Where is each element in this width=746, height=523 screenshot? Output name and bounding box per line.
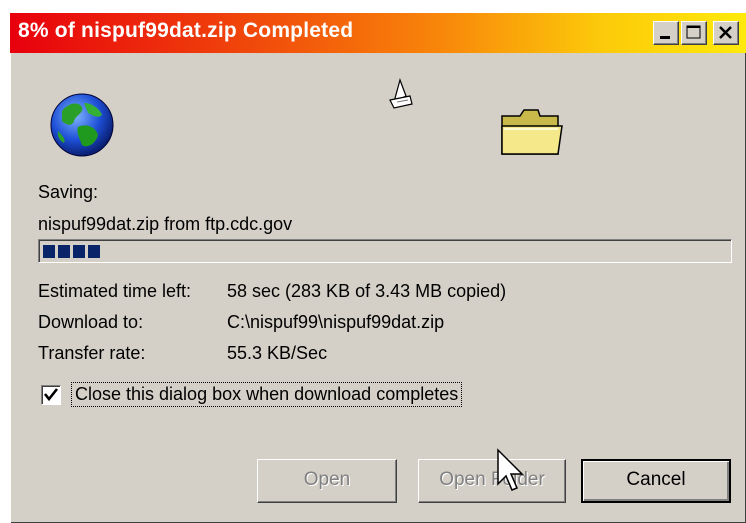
globe-icon (50, 93, 114, 157)
close-on-complete-checkbox[interactable] (41, 385, 61, 405)
download-to-value: C:\nispuf99\nispuf99dat.zip (227, 312, 445, 332)
progress-block (43, 245, 55, 258)
saving-label: Saving: (38, 182, 99, 202)
close-icon (719, 26, 732, 39)
window-title: 8% of nispuf99dat.zip Completed (18, 19, 354, 42)
cancel-button[interactable]: Cancel (581, 459, 731, 503)
close-on-complete-label[interactable]: Close this dialog box when download comp… (71, 382, 463, 407)
download-progress-bar (38, 239, 732, 263)
download-to-label: Download to: (38, 312, 144, 332)
transfer-rate-label: Transfer rate: (38, 343, 146, 363)
time-left-value: 58 sec (283 KB of 3.43 MB copied) (227, 281, 507, 301)
minimize-icon (660, 36, 670, 39)
title-bar[interactable]: 8% of nispuf99dat.zip Completed (10, 13, 746, 53)
open-button[interactable]: Open (257, 459, 397, 503)
saving-source: nispuf99dat.zip from ftp.cdc.gov (38, 214, 293, 234)
maximize-icon (686, 25, 701, 39)
mouse-cursor-icon (497, 448, 524, 491)
progress-block (58, 245, 70, 258)
folder-icon (501, 109, 563, 155)
minimize-button[interactable] (653, 21, 679, 45)
close-button[interactable] (713, 21, 739, 45)
progress-block (88, 245, 100, 258)
download-dialog: 8% of nispuf99dat.zip Completed Saving: … (10, 13, 746, 523)
paper-document-icon (389, 78, 413, 109)
maximize-button[interactable] (681, 21, 707, 45)
progress-block (73, 245, 85, 258)
time-left-label: Estimated time left: (38, 281, 192, 301)
checkmark-icon (43, 388, 59, 402)
transfer-rate-value: 55.3 KB/Sec (227, 343, 328, 363)
open-folder-button[interactable]: Open Folder (418, 459, 566, 503)
